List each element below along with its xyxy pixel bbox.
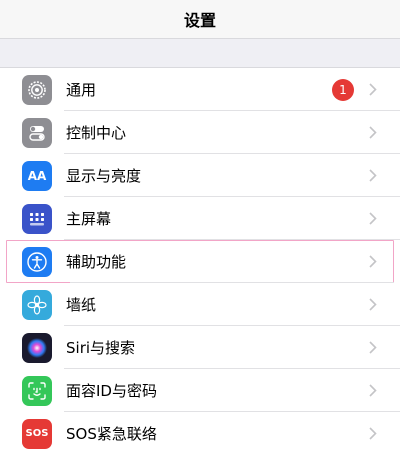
- settings-item-face-id-passcode[interactable]: 面容ID与密码: [0, 369, 400, 412]
- accessibility-icon: [22, 246, 52, 277]
- settings-item-wallpaper[interactable]: 墙纸: [0, 283, 400, 326]
- sos-icon: SOS: [22, 418, 52, 449]
- settings-item-emergency-sos[interactable]: SOS SOS紧急联络: [0, 412, 400, 455]
- group-separator: [0, 38, 400, 68]
- settings-item-label: Siri与搜索: [66, 339, 136, 357]
- settings-item-label: 辅助功能: [66, 253, 127, 271]
- toggle-switches-icon: [22, 117, 52, 148]
- settings-item-control-center[interactable]: 控制中心: [0, 111, 400, 154]
- gear-icon: [22, 74, 52, 105]
- chevron-right-icon: [368, 341, 378, 355]
- settings-item-label: 主屏幕: [66, 210, 112, 228]
- settings-list: 通用 1 控制中心 AA 显示与亮度 主屏幕 辅助功能 墙纸 Siri与搜索 面…: [0, 68, 400, 455]
- chevron-right-icon: [368, 83, 378, 97]
- text-size-icon: AA: [22, 160, 52, 191]
- settings-item-home-screen[interactable]: 主屏幕: [0, 197, 400, 240]
- settings-item-label: 控制中心: [66, 124, 127, 142]
- siri-icon: [22, 332, 52, 363]
- notification-badge: 1: [332, 78, 354, 101]
- chevron-right-icon: [368, 212, 378, 226]
- face-id-icon: [22, 375, 52, 406]
- chevron-right-icon: [368, 255, 378, 269]
- settings-item-accessibility[interactable]: 辅助功能: [6, 240, 394, 283]
- settings-item-label: 面容ID与密码: [66, 382, 157, 400]
- settings-item-label: 通用: [66, 81, 97, 99]
- chevron-right-icon: [368, 298, 378, 312]
- settings-item-display-brightness[interactable]: AA 显示与亮度: [0, 154, 400, 197]
- nav-bar: 设置: [0, 0, 400, 38]
- page-title: 设置: [183, 11, 216, 30]
- settings-item-label: SOS紧急联络: [66, 425, 157, 443]
- chevron-right-icon: [368, 169, 378, 183]
- chevron-right-icon: [368, 126, 378, 140]
- settings-item-label: 墙纸: [66, 296, 97, 314]
- chevron-right-icon: [368, 384, 378, 398]
- settings-item-siri-search[interactable]: Siri与搜索: [0, 326, 400, 369]
- settings-item-general[interactable]: 通用 1: [0, 68, 400, 111]
- settings-item-label: 显示与亮度: [66, 167, 142, 185]
- chevron-right-icon: [368, 427, 378, 441]
- app-grid-icon: [22, 203, 52, 234]
- flower-icon: [22, 289, 52, 320]
